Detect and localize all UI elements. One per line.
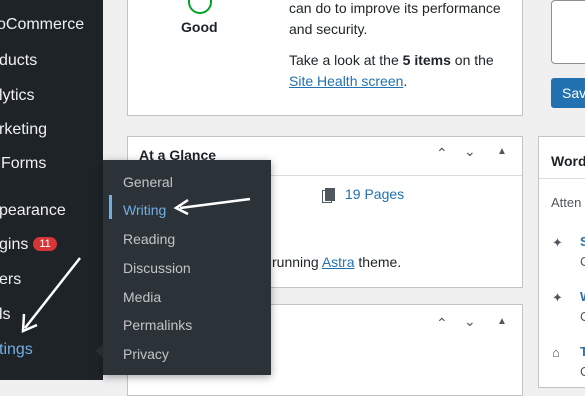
events-title: Word (551, 153, 585, 169)
theme-running-text: running Astra theme. (272, 254, 402, 270)
collapse-icon[interactable]: ▲ (497, 316, 507, 327)
submenu-discussion[interactable]: Discussion (123, 260, 191, 276)
sidebar-item-appearance[interactable]: pearance (0, 202, 66, 220)
plugins-update-badge: 11 (33, 237, 57, 251)
settings-submenu: General Writing Reading Discussion Media… (103, 160, 271, 375)
pages-count-link[interactable]: 19 Pages (325, 186, 404, 202)
health-status-label: Good (181, 19, 218, 35)
sidebar-item-users[interactable]: ers (0, 271, 21, 289)
move-up-icon[interactable]: ⌃ (436, 315, 448, 332)
current-item-marker (109, 195, 112, 219)
submenu-writing[interactable]: Writing (123, 202, 166, 218)
health-items-text: Take a look at the 5 items on the Site H… (289, 52, 494, 89)
sidebar-item-analytics[interactable]: lytics (0, 87, 35, 105)
health-items-count: 5 items (402, 52, 451, 68)
site-health-link[interactable]: Site Health screen (289, 73, 403, 89)
quick-draft-textarea[interactable] (551, 0, 585, 64)
collapse-icon[interactable]: ▲ (497, 146, 507, 157)
event-link[interactable]: T (580, 344, 585, 359)
sidebar-item-woocommerce[interactable]: oCommerce (0, 16, 84, 34)
submenu-reading[interactable]: Reading (123, 231, 175, 247)
submenu-privacy[interactable]: Privacy (123, 346, 169, 362)
meetup-icon: ✦ (552, 235, 563, 250)
theme-link[interactable]: Astra (322, 254, 355, 270)
event-link[interactable]: W (580, 289, 585, 304)
sidebar-item-forms[interactable]: Forms (1, 155, 46, 173)
move-down-icon[interactable]: ⌄ (464, 313, 476, 330)
submenu-media[interactable]: Media (123, 289, 161, 305)
sidebar-item-settings[interactable]: tings (0, 341, 33, 359)
move-down-icon[interactable]: ⌄ (464, 143, 476, 160)
card-divider (539, 178, 585, 179)
sidebar-item-tools[interactable]: ls (0, 306, 11, 324)
sidebar-item-plugins[interactable]: gins 11 (0, 236, 57, 254)
health-description: can do to improve its performance and se… (289, 0, 501, 37)
sidebar-item-marketing[interactable]: rketing (0, 121, 47, 139)
admin-sidebar: oCommerce ducts lytics rketing Forms pea… (0, 0, 103, 380)
events-intro-text: Atten (551, 195, 582, 210)
submenu-permalinks[interactable]: Permalinks (123, 317, 192, 333)
wordcamp-icon: ⌂ (552, 345, 560, 360)
event-meta: C (580, 254, 585, 269)
pages-icon (325, 188, 335, 201)
event-link[interactable]: S (580, 234, 585, 249)
event-meta: C (580, 309, 585, 324)
save-draft-button[interactable]: Save (551, 78, 585, 108)
sidebar-item-products[interactable]: ducts (0, 52, 37, 70)
meetup-icon: ✦ (552, 290, 563, 305)
move-up-icon[interactable]: ⌃ (436, 145, 448, 162)
submenu-general[interactable]: General (123, 174, 173, 190)
event-meta: C (580, 364, 585, 379)
